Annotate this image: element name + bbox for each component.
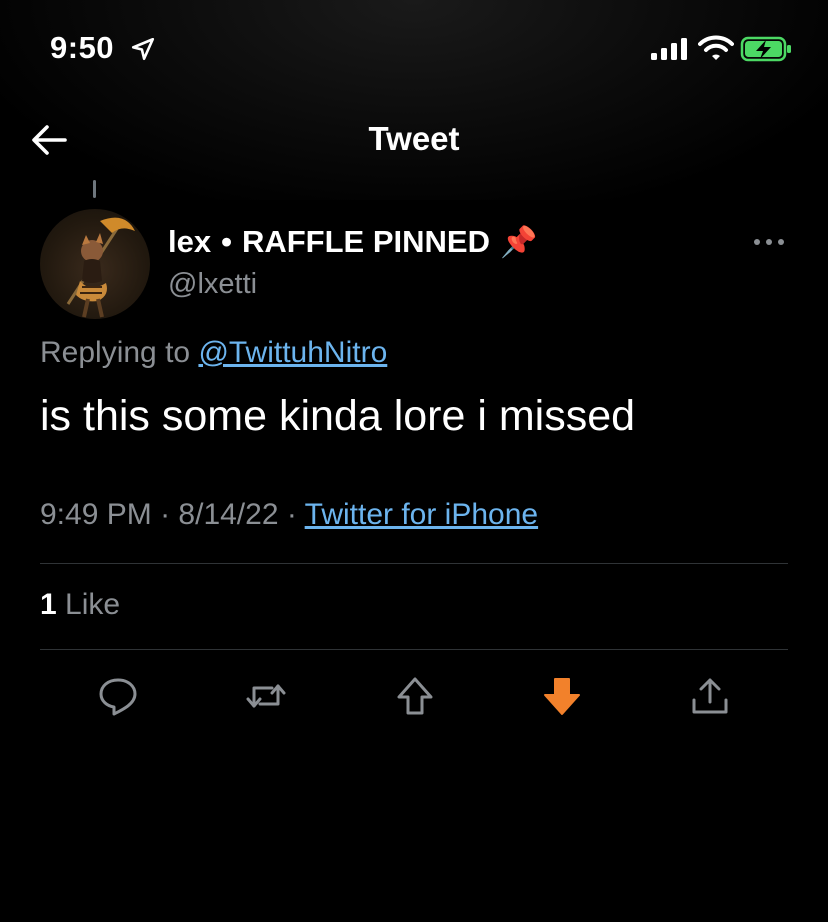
tweet-text: is this some kinda lore i missed (40, 392, 636, 440)
location-arrow-icon (131, 37, 155, 61)
share-icon[interactable] (688, 674, 732, 718)
tweet-source-link[interactable]: Twitter for iPhone (305, 498, 538, 531)
divider (40, 649, 788, 650)
name-separator: • (221, 224, 232, 259)
status-bar: 9:50 (0, 0, 828, 100)
replying-to-label: Replying to (40, 336, 191, 369)
avatar-illustration (66, 217, 135, 318)
author-handle[interactable]: @lxetti (168, 268, 257, 301)
tweet-time: 9:49 PM (40, 498, 152, 531)
page-title: Tweet (368, 120, 460, 157)
meta-dot: · (160, 498, 171, 531)
reply-icon[interactable] (96, 674, 140, 718)
wifi-icon (698, 35, 734, 60)
reply-mention-link[interactable]: @TwittuhNitro (198, 336, 387, 369)
upvote-icon[interactable] (393, 674, 437, 718)
downvote-icon[interactable] (540, 674, 584, 718)
author-name[interactable]: lex (168, 224, 211, 260)
status-time: 9:50 (50, 30, 115, 65)
replying-to: Replying to @TwittuhNitro (40, 336, 387, 370)
tweet-date: 8/14/22 (178, 498, 279, 531)
likes-count: 1 (40, 588, 57, 621)
divider (40, 563, 788, 564)
retweet-icon[interactable] (244, 674, 288, 718)
cellular-signal-icon (651, 38, 687, 60)
avatar[interactable] (40, 209, 150, 319)
tweet-meta: 9:49 PM · 8/14/22 · Twitter for iPhone (40, 498, 538, 532)
likes-stat[interactable]: 1 Like (40, 588, 120, 622)
more-options-icon[interactable] (752, 232, 786, 252)
thread-line (93, 180, 96, 198)
battery-charging-icon (740, 36, 791, 62)
likes-label: Like (65, 588, 121, 621)
author-name-row[interactable]: lex • RAFFLE PINNED 📌 (168, 224, 537, 260)
meta-dot: · (286, 498, 297, 531)
pushpin-icon: 📌 (499, 225, 538, 259)
author-status: RAFFLE PINNED (241, 224, 490, 259)
